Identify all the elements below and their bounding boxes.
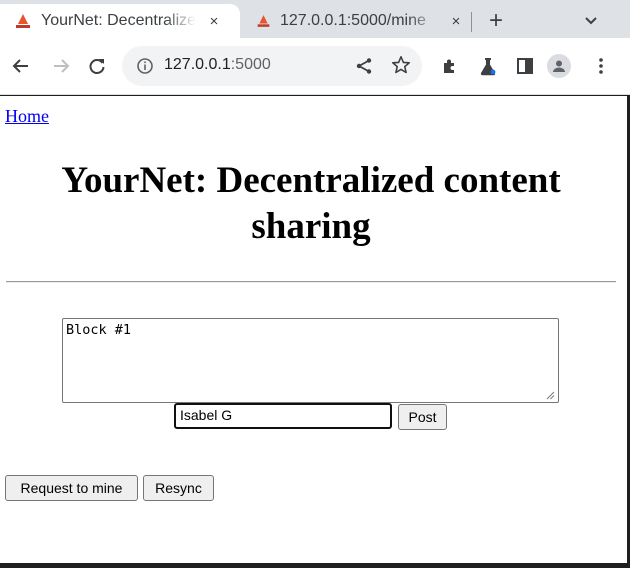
kebab-menu-icon bbox=[599, 58, 603, 74]
page-title: YourNet: Decentralized content sharing bbox=[61, 160, 561, 247]
favicon-icon bbox=[16, 14, 30, 28]
close-tab-icon[interactable]: × bbox=[202, 9, 226, 33]
flask-icon bbox=[480, 58, 496, 76]
tab-yournet[interactable]: YourNet: Decentralized content sharing × bbox=[0, 4, 240, 38]
favicon-icon bbox=[257, 15, 270, 27]
address-bar[interactable]: 127.0.0.1:5000 bbox=[122, 46, 422, 86]
tab-title: YourNet: Decentralized content sharing bbox=[41, 12, 196, 29]
author-input[interactable]: Isabel G bbox=[174, 403, 392, 429]
url-port: :5000 bbox=[230, 56, 271, 73]
request-to-mine-button[interactable]: Request to mine bbox=[5, 475, 138, 501]
chevron-down-icon bbox=[585, 17, 597, 25]
menu-button[interactable] bbox=[586, 51, 616, 81]
tab-mine[interactable]: 127.0.0.1:5000/mine × bbox=[244, 4, 466, 38]
close-tab-icon[interactable]: × bbox=[446, 9, 466, 33]
labs-button[interactable] bbox=[473, 51, 503, 81]
browser-toolbar: 127.0.0.1:5000 bbox=[0, 38, 630, 95]
home-link[interactable]: Home bbox=[5, 106, 49, 127]
tab-separator bbox=[471, 12, 472, 32]
info-icon[interactable] bbox=[136, 57, 154, 75]
content-textarea[interactable]: Block #1 bbox=[62, 318, 559, 403]
divider bbox=[6, 281, 616, 283]
tab-search-button[interactable] bbox=[576, 6, 606, 36]
reload-icon bbox=[89, 59, 105, 74]
reload-button[interactable] bbox=[82, 51, 112, 81]
extensions-button[interactable] bbox=[435, 51, 465, 81]
post-button[interactable]: Post bbox=[398, 404, 447, 430]
arrow-right-icon bbox=[54, 59, 70, 73]
profile-avatar[interactable] bbox=[547, 54, 571, 78]
back-button[interactable] bbox=[6, 51, 36, 81]
share-icon[interactable] bbox=[354, 56, 374, 76]
forward-button[interactable] bbox=[46, 51, 76, 81]
url-text: 127.0.0.1:5000 bbox=[164, 56, 271, 74]
tab-strip: YourNet: Decentralized content sharing ×… bbox=[0, 0, 630, 38]
resync-button[interactable]: Resync bbox=[143, 475, 214, 501]
side-panel-button[interactable] bbox=[510, 51, 540, 81]
bookmark-star-icon[interactable] bbox=[390, 54, 412, 76]
new-tab-button[interactable]: + bbox=[481, 6, 511, 36]
page-viewport: Home YourNet: Decentralized content shar… bbox=[0, 96, 630, 568]
taskbar-strip bbox=[0, 563, 630, 568]
puzzle-icon bbox=[444, 59, 454, 73]
side-panel-icon bbox=[517, 58, 533, 74]
resize-grip-icon[interactable] bbox=[545, 390, 555, 400]
arrow-left-icon bbox=[12, 59, 28, 73]
tab-title: 127.0.0.1:5000/mine bbox=[280, 12, 426, 29]
person-icon bbox=[553, 60, 565, 72]
url-host: 127.0.0.1 bbox=[164, 56, 231, 73]
